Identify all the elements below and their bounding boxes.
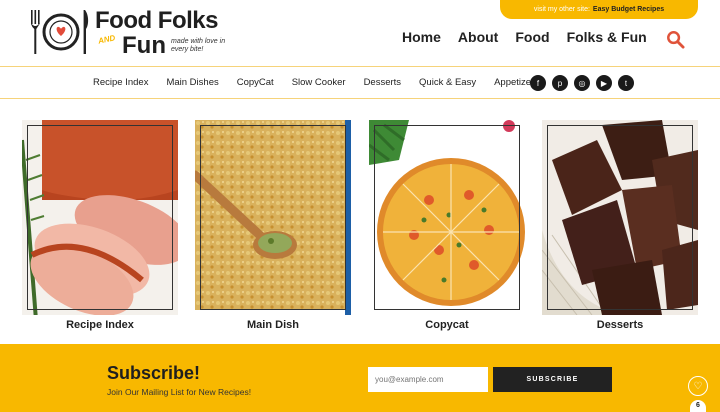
logo-text-line1: Food Folks: [95, 7, 219, 34]
nav-item-about[interactable]: About: [458, 29, 498, 45]
subscribe-button[interactable]: SUBSCRIBE: [493, 367, 612, 392]
category-cards: Recipe Index Main Dish Copycat Desserts: [22, 120, 698, 335]
youtube-icon[interactable]: ▶: [596, 75, 612, 91]
promo-prefix: visit my other site:: [533, 6, 590, 13]
nav-item-folks-fun[interactable]: Folks & Fun: [567, 29, 647, 45]
category-main-dishes[interactable]: Main Dishes: [166, 77, 218, 88]
category-quick-easy[interactable]: Quick & Easy: [419, 77, 476, 88]
card-frame: [547, 125, 693, 310]
category-copycat[interactable]: CopyCat: [237, 77, 274, 88]
twitter-icon[interactable]: t: [618, 75, 634, 91]
category-nav: Recipe Index Main Dishes CopyCat Slow Co…: [93, 77, 557, 88]
category-recipe-index[interactable]: Recipe Index: [93, 77, 148, 88]
facebook-icon[interactable]: f: [530, 75, 546, 91]
subscribe-title: Subscribe!: [107, 363, 201, 383]
site-logo[interactable]: Food Folks AND Fun made with love in eve…: [28, 5, 228, 59]
pinterest-icon[interactable]: p: [552, 75, 568, 91]
email-field[interactable]: [368, 367, 488, 392]
subscribe-subtitle: Join Our Mailing List for New Recipes!: [107, 387, 252, 397]
category-slow-cooker[interactable]: Slow Cooker: [292, 77, 346, 88]
logo-tagline: made with love in every bite!: [171, 38, 226, 53]
favorite-count: 6: [690, 400, 706, 412]
category-desserts[interactable]: Desserts: [364, 77, 401, 88]
promo-link[interactable]: Easy Budget Recipes: [593, 6, 664, 13]
card-frame: [200, 125, 346, 310]
card-label: Main Dish: [247, 319, 299, 331]
promo-banner[interactable]: visit my other site: Easy Budget Recipes: [500, 0, 698, 19]
card-label: Copycat: [425, 319, 469, 331]
favorite-heart-icon[interactable]: ♡: [688, 376, 708, 396]
card-frame: [374, 125, 520, 310]
subscribe-section: Subscribe! Join Our Mailing List for New…: [0, 344, 720, 412]
logo-text-line2: Fun: [122, 32, 166, 59]
search-icon[interactable]: [666, 30, 685, 49]
logo-text-and: AND: [97, 33, 117, 46]
card-recipe-index[interactable]: Recipe Index: [22, 120, 178, 335]
fork-plate-logo-icon: [31, 10, 89, 54]
card-desserts[interactable]: Desserts: [542, 120, 698, 335]
main-nav: Home About Food Folks & Fun: [402, 29, 664, 45]
instagram-icon[interactable]: ◎: [574, 75, 590, 91]
card-copycat[interactable]: Copycat: [369, 120, 525, 335]
card-label: Desserts: [596, 319, 644, 331]
card-frame: [27, 125, 173, 310]
nav-item-home[interactable]: Home: [402, 29, 441, 45]
nav-item-food[interactable]: Food: [515, 29, 549, 45]
card-label: Recipe Index: [66, 319, 134, 331]
card-main-dish[interactable]: Main Dish: [195, 120, 351, 335]
social-links: f p ◎ ▶ t: [530, 75, 634, 91]
